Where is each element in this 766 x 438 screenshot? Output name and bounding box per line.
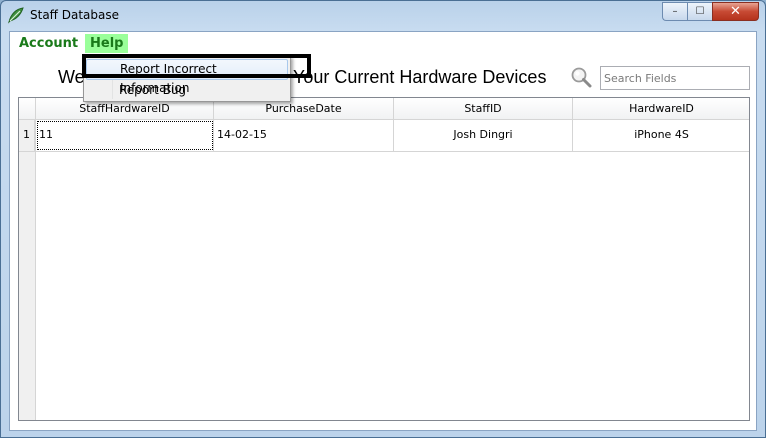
menu-item-report-bug[interactable]: Report Bug bbox=[86, 80, 288, 101]
column-header-staffid[interactable]: StaffID bbox=[394, 98, 573, 119]
column-header-hardwareid[interactable]: HardwareID bbox=[573, 98, 749, 119]
page-heading-left: We bbox=[58, 67, 85, 87]
cell-staffhardwareid[interactable]: 11 bbox=[36, 120, 214, 151]
app-window: Staff Database – ☐ ✕ Account Help We You… bbox=[0, 0, 766, 438]
data-grid[interactable]: StaffHardwareID PurchaseDate StaffID Har… bbox=[18, 97, 750, 421]
title-bar[interactable]: Staff Database – ☐ ✕ bbox=[1, 1, 765, 31]
help-dropdown-menu: Report Incorrect Information Report Bug bbox=[83, 56, 291, 102]
cell-staffid[interactable]: Josh Dingri bbox=[394, 120, 573, 151]
cell-purchasedate[interactable]: 14-02-15 bbox=[214, 120, 394, 151]
leaf-icon bbox=[8, 7, 24, 24]
corner-header[interactable] bbox=[19, 98, 36, 119]
table-row[interactable]: 1 11 14-02-15 Josh Dingri iPhone 4S bbox=[19, 120, 749, 152]
menu-help[interactable]: Help bbox=[85, 34, 129, 53]
window-title: Staff Database bbox=[30, 8, 120, 22]
minimize-button[interactable]: – bbox=[662, 2, 687, 21]
row-number[interactable]: 1 bbox=[19, 120, 35, 151]
search-input[interactable] bbox=[600, 66, 750, 90]
search-icon[interactable] bbox=[570, 66, 592, 88]
maximize-button[interactable]: ☐ bbox=[687, 2, 712, 21]
menu-bar: Account Help bbox=[10, 32, 756, 54]
grid-body: StaffHardwareID PurchaseDate StaffID Har… bbox=[19, 98, 749, 420]
close-button[interactable]: ✕ bbox=[712, 2, 759, 21]
close-icon: ✕ bbox=[730, 4, 741, 19]
menu-item-report-incorrect-information[interactable]: Report Incorrect Information bbox=[86, 59, 288, 95]
page-heading-right: Your Current Hardware Devices bbox=[293, 67, 547, 87]
maximize-icon: ☐ bbox=[695, 6, 705, 17]
menu-account[interactable]: Account bbox=[14, 34, 83, 53]
minimize-icon: – bbox=[672, 6, 678, 17]
caption-buttons: – ☐ ✕ bbox=[662, 2, 759, 21]
cell-hardwareid[interactable]: iPhone 4S bbox=[573, 120, 749, 151]
